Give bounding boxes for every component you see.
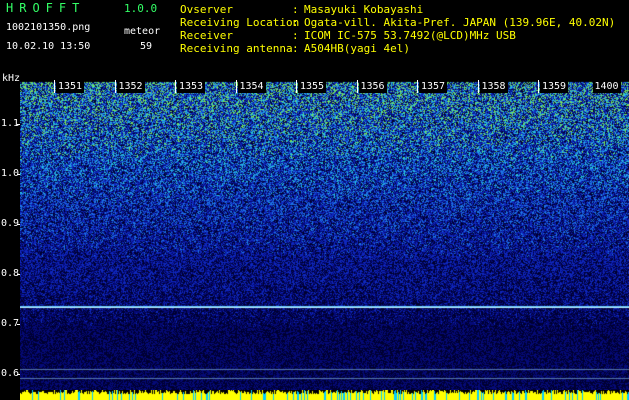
antenna-label: Receiving antenna: [180, 42, 293, 55]
x-tick-label: 1400: [592, 80, 621, 93]
x-tick-mark: [296, 80, 297, 93]
signal-level-bar: [20, 390, 629, 400]
y-tick-mark: [17, 374, 20, 375]
y-tick-mark: [17, 274, 20, 275]
x-tick-mark: [417, 80, 418, 93]
spectrogram-plot: [20, 80, 629, 390]
x-tick-label: 1356: [358, 80, 387, 93]
antenna-separator: :: [292, 42, 299, 55]
observer-separator: :: [292, 3, 299, 16]
receiver-label: Receiver: [180, 29, 233, 42]
receiver-separator: :: [292, 29, 299, 42]
x-tick-mark: [477, 80, 479, 93]
x-tick-label: 1352: [116, 80, 145, 93]
spectrogram-canvas: [20, 80, 629, 390]
capture-datetime: 10.02.10 13:50: [6, 41, 91, 52]
x-tick-mark: [54, 80, 55, 93]
x-tick-label: 1355: [298, 80, 327, 93]
x-tick-label: 1359: [540, 80, 569, 93]
meteor-label: meteor: [124, 26, 161, 37]
x-tick-mark: [356, 80, 358, 93]
location-separator: :: [292, 16, 299, 29]
x-tick-mark: [175, 80, 176, 93]
y-tick-mark: [17, 174, 20, 175]
y-tick-mark: [17, 224, 20, 225]
receiver-value: ICOM IC-575 53.7492(@LCD)MHz USB: [304, 29, 516, 42]
observer-value: Masayuki Kobayashi: [304, 3, 424, 16]
app-name: HROFFT: [6, 1, 86, 15]
y-tick-mark: [17, 324, 20, 325]
antenna-value: A504HB(yagi 4el): [304, 42, 410, 55]
x-tick-label: 1354: [237, 80, 266, 93]
location-value: Ogata-vill. Akita-Pref. JAPAN (139.96E, …: [304, 16, 616, 29]
y-axis-ticks: 1.1 1.0 0.9 0.8 0.7 0.6: [0, 80, 20, 390]
x-tick-mark: [538, 80, 539, 93]
meteor-count: 59: [140, 41, 153, 52]
y-tick-mark: [17, 124, 20, 125]
x-tick-label: 1358: [479, 80, 508, 93]
x-tick-label: 1357: [419, 80, 448, 93]
observer-label: Ovserver: [180, 3, 233, 16]
x-tick-mark: [114, 80, 116, 93]
x-tick-mark: [235, 80, 237, 93]
header-panel: HROFFT 1.0.0 1002101350.png 10.02.10 13:…: [0, 0, 629, 84]
file-name: 1002101350.png: [6, 22, 91, 33]
app-version: 1.0.0: [124, 2, 158, 15]
x-tick-label: 1353: [177, 80, 206, 93]
location-label: Receiving Location: [180, 16, 300, 29]
x-axis-ticks: 1351 1352 1353 1354 1355 1356 1357 1358 1359 1400: [20, 80, 629, 94]
x-tick-label: 1351: [56, 80, 85, 93]
